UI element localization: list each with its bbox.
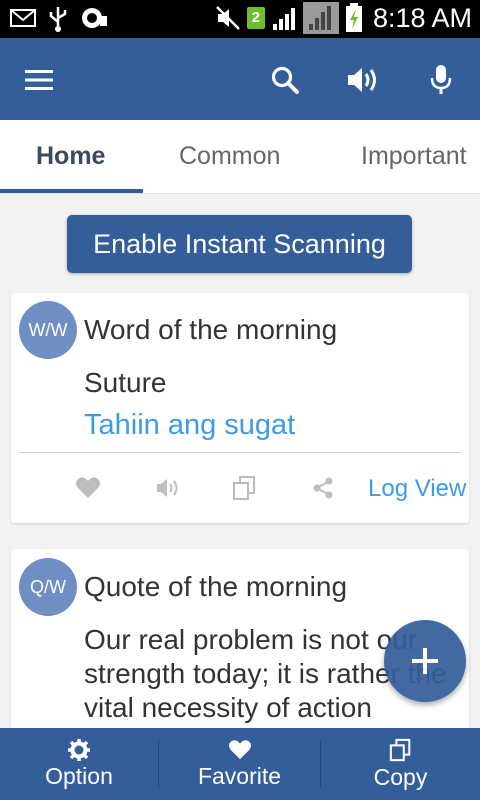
share-icon (313, 477, 333, 499)
word-of-the-morning-card: W/W Word of the morning Suture Tahiin an… (11, 293, 469, 523)
share-action[interactable] (306, 473, 340, 503)
search-button[interactable] (265, 60, 305, 100)
plus-icon (412, 648, 438, 674)
tab-bar: Home Common Important (0, 120, 480, 194)
copy-label: Copy (373, 763, 428, 790)
heart-icon (228, 739, 251, 759)
copy-button[interactable]: Copy (321, 728, 480, 800)
menu-button[interactable] (19, 60, 59, 100)
mic-button[interactable] (421, 60, 461, 100)
word-avatar: W/W (19, 301, 77, 359)
speaker-button[interactable] (343, 60, 383, 100)
notification-icons (10, 6, 108, 32)
camera-icon (82, 8, 107, 28)
speaker-icon (348, 68, 376, 92)
favorite-action[interactable] (71, 473, 105, 503)
usb-icon (49, 7, 67, 32)
tab-important[interactable]: Important (361, 142, 467, 171)
mail-icon (10, 9, 36, 27)
heart-icon (76, 477, 100, 498)
word-text: Suture (84, 367, 167, 398)
word-translation[interactable]: Tahiin ang sugat (84, 409, 295, 442)
favorite-label: Favorite (197, 762, 282, 789)
tab-home[interactable]: Home (36, 142, 105, 171)
signal-icon (272, 8, 295, 30)
system-icons: 2 8:18 AM (215, 2, 472, 34)
option-button[interactable]: Option (0, 728, 158, 800)
add-fab-button[interactable] (384, 620, 466, 702)
app-bar (0, 38, 480, 120)
speak-action[interactable] (151, 473, 185, 503)
search-icon (271, 66, 299, 94)
card-title: Word of the morning (84, 314, 338, 345)
tab-common[interactable]: Common (179, 142, 280, 171)
signal-inactive-icon (302, 2, 339, 34)
option-label: Option (45, 762, 113, 789)
favorite-button[interactable]: Favorite (159, 728, 320, 800)
mic-icon (430, 65, 452, 94)
card-title: Quote of the morning (84, 571, 348, 602)
clock: 8:18 AM (372, 2, 472, 33)
sim-badge: 2 (246, 7, 265, 29)
status-bar: 2 8:18 AM (0, 0, 480, 38)
speaker-icon (157, 479, 178, 497)
quote-avatar: Q/W (19, 558, 77, 616)
mute-icon (216, 6, 240, 30)
bottom-nav: Option Favorite Copy (0, 728, 480, 800)
gear-icon (68, 738, 90, 761)
battery-charging-icon (345, 3, 362, 32)
log-view-link[interactable]: Log View (368, 475, 466, 503)
menu-icon (25, 70, 53, 90)
copy-action[interactable] (228, 473, 262, 503)
enable-scanning-button[interactable]: Enable Instant Scanning (67, 215, 412, 273)
copy-icon (389, 738, 410, 761)
copy-icon (233, 476, 255, 500)
tab-indicator (0, 189, 143, 193)
card-divider (19, 452, 461, 453)
